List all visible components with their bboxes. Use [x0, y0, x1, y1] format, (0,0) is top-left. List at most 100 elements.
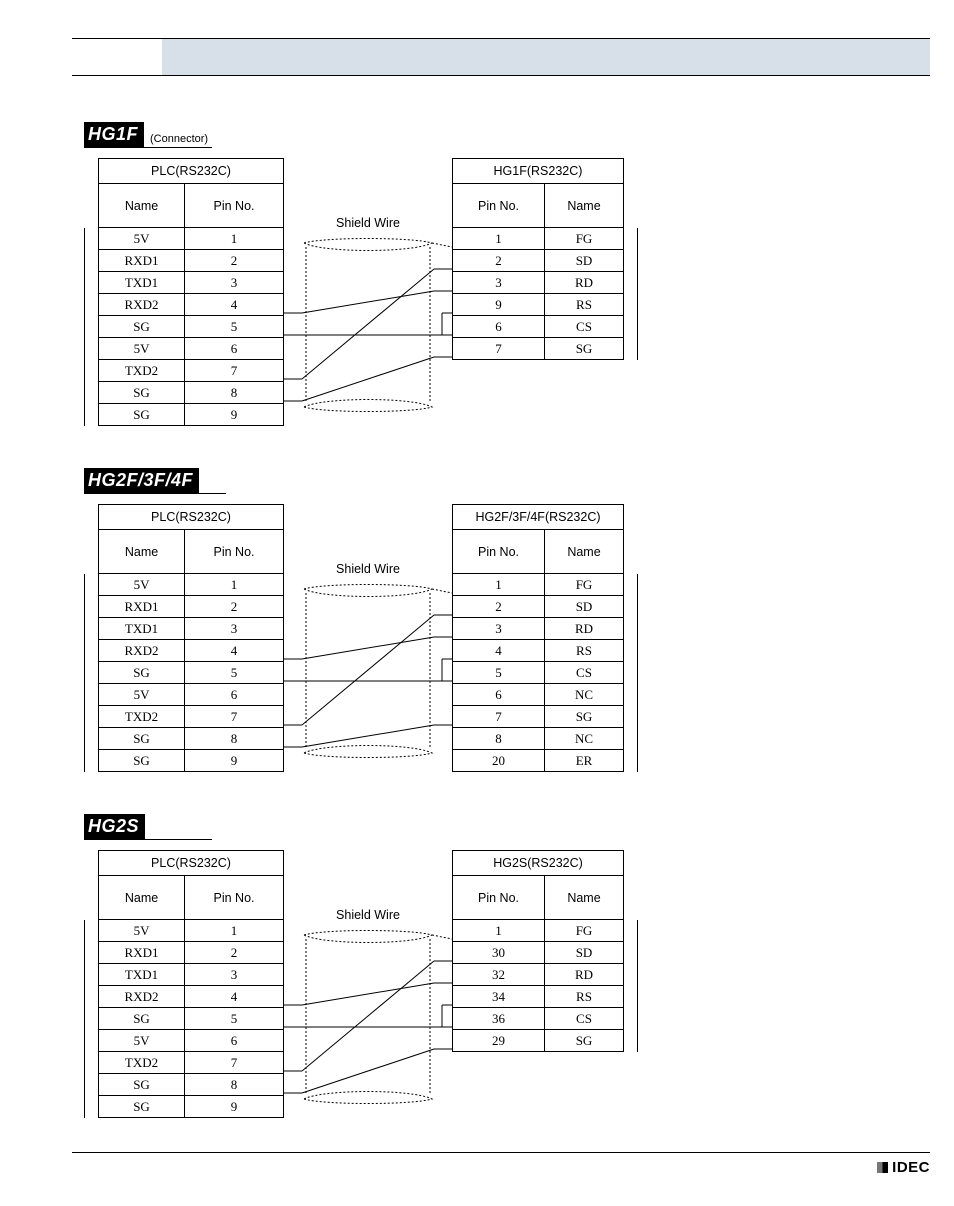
pin-name: SG: [99, 1008, 185, 1030]
table-row: SG9: [85, 750, 284, 772]
table-row: 9RS: [453, 294, 638, 316]
table-row: SG8: [85, 1074, 284, 1096]
left-device-header: PLC(RS232C): [99, 851, 284, 876]
pin-name: TXD1: [99, 618, 185, 640]
right-device-header: HG1F(RS232C): [453, 159, 624, 184]
wiring-row: PLC(RS232C)NamePin No.5V1RXD12TXD13RXD24…: [84, 850, 930, 1118]
pin-no: 3: [185, 618, 284, 640]
model-badge: HG2F/3F/4F: [84, 468, 199, 493]
brand-square-icon: [877, 1162, 888, 1173]
wire-column: Shield Wire: [284, 504, 452, 772]
pin-no: 30: [453, 942, 545, 964]
pin-name: 5V: [99, 338, 185, 360]
pin-name: NC: [545, 728, 624, 750]
pin-no: 1: [185, 920, 284, 942]
connector-note: (Connector): [150, 133, 208, 145]
table-row: 1FG: [453, 574, 638, 596]
table-row: RXD12: [85, 942, 284, 964]
table-row: SG5: [85, 316, 284, 338]
pin-name: CS: [545, 1008, 624, 1030]
col-name: Name: [545, 184, 624, 228]
pin-no: 9: [453, 294, 545, 316]
table-row: 30SD: [453, 942, 638, 964]
pin-name: NC: [545, 684, 624, 706]
pin-name: RXD2: [99, 986, 185, 1008]
brand-logo: IDEC: [877, 1159, 930, 1176]
pin-no: 6: [185, 684, 284, 706]
table-row: 8NC: [453, 728, 638, 750]
pin-no: 8: [185, 1074, 284, 1096]
right-pin-table: HG2F/3F/4F(RS232C)Pin No.Name1FG2SD3RD4R…: [452, 504, 638, 772]
pin-name: RD: [545, 964, 624, 986]
pin-name: RD: [545, 272, 624, 294]
pin-name: 5V: [99, 684, 185, 706]
pin-no: 1: [185, 228, 284, 250]
pin-name: FG: [545, 920, 624, 942]
wire-column: Shield Wire: [284, 850, 452, 1118]
pin-no: 8: [453, 728, 545, 750]
pin-name: CS: [545, 662, 624, 684]
pin-no: 8: [185, 728, 284, 750]
pin-no: 1: [453, 920, 545, 942]
table-row: TXD13: [85, 964, 284, 986]
right-device-header: HG2F/3F/4F(RS232C): [453, 505, 624, 530]
table-row: 32RD: [453, 964, 638, 986]
pin-no: 7: [185, 706, 284, 728]
pin-name: RXD2: [99, 640, 185, 662]
section-header: HG2S: [84, 814, 212, 840]
table-row: 29SG: [453, 1030, 638, 1052]
pin-no: 29: [453, 1030, 545, 1052]
table-row: 2SD: [453, 596, 638, 618]
pin-name: SD: [545, 596, 624, 618]
pin-name: 5V: [99, 228, 185, 250]
pin-no: 2: [185, 250, 284, 272]
pin-no: 1: [453, 228, 545, 250]
pin-name: FG: [545, 228, 624, 250]
pin-no: 3: [185, 272, 284, 294]
pin-name: CS: [545, 316, 624, 338]
wire-column: Shield Wire: [284, 158, 452, 426]
pin-no: 7: [453, 338, 545, 360]
table-row: 4RS: [453, 640, 638, 662]
pin-no: 9: [185, 1096, 284, 1118]
pin-no: 20: [453, 750, 545, 772]
pin-name: TXD2: [99, 1052, 185, 1074]
table-row: 2SD: [453, 250, 638, 272]
page-frame: HG1F (Connector) PLC(RS232C)NamePin No.5…: [72, 38, 930, 1158]
brand-text: IDEC: [892, 1159, 930, 1176]
shield-wire-label: Shield Wire: [284, 562, 452, 576]
pin-name: SD: [545, 942, 624, 964]
table-row: 7SG: [453, 338, 638, 360]
model-badge: HG2S: [84, 814, 145, 839]
pin-name: ER: [545, 750, 624, 772]
col-name: Name: [99, 184, 185, 228]
col-pin: Pin No.: [453, 530, 545, 574]
pin-name: SG: [99, 1074, 185, 1096]
table-row: TXD13: [85, 272, 284, 294]
pin-no: 4: [185, 986, 284, 1008]
table-row: SG5: [85, 1008, 284, 1030]
left-pin-table: PLC(RS232C)NamePin No.5V1RXD12TXD13RXD24…: [84, 850, 284, 1118]
pin-name: SG: [545, 338, 624, 360]
section-header: HG1F (Connector): [84, 122, 212, 148]
wiring-diagram: [284, 582, 452, 792]
table-row: 5CS: [453, 662, 638, 684]
pin-name: SG: [99, 750, 185, 772]
table-row: 3RD: [453, 272, 638, 294]
pin-no: 2: [185, 596, 284, 618]
table-row: 7SG: [453, 706, 638, 728]
wiring-diagram: [284, 236, 452, 446]
table-row: 5V6: [85, 338, 284, 360]
pin-no: 4: [453, 640, 545, 662]
pin-no: 6: [453, 316, 545, 338]
table-row: RXD24: [85, 640, 284, 662]
table-row: 5V1: [85, 574, 284, 596]
table-row: TXD27: [85, 360, 284, 382]
pin-no: 1: [453, 574, 545, 596]
col-name: Name: [545, 530, 624, 574]
left-pin-table: PLC(RS232C)NamePin No.5V1RXD12TXD13RXD24…: [84, 158, 284, 426]
table-row: 1FG: [453, 228, 638, 250]
pin-name: RS: [545, 986, 624, 1008]
section-hg1f: HG1F (Connector) PLC(RS232C)NamePin No.5…: [84, 122, 930, 426]
pin-name: 5V: [99, 574, 185, 596]
